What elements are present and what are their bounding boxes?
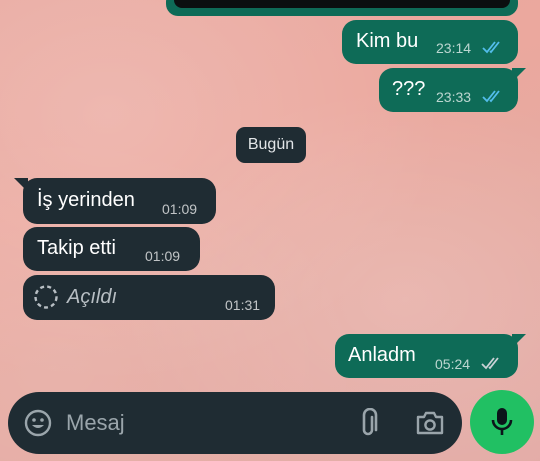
voice-record-button[interactable] (470, 390, 534, 454)
mic-icon (491, 408, 513, 435)
previous-message-media (174, 0, 510, 8)
view-once-icon (34, 285, 58, 309)
read-ticks-icon (482, 90, 500, 103)
bubble-tail (512, 68, 526, 82)
message-bubble-outgoing[interactable]: Anladm 05:24 (335, 334, 518, 378)
camera-icon[interactable] (415, 410, 445, 436)
message-time: 23:33 (436, 89, 472, 105)
message-time: 01:09 (145, 248, 181, 264)
message-text: Takip etti (37, 237, 116, 259)
message-time: 01:09 (162, 201, 198, 217)
message-bubble-outgoing[interactable]: ??? 23:33 (379, 68, 518, 112)
previous-message-bubble[interactable] (166, 0, 518, 16)
message-time: 05:24 (435, 356, 471, 372)
message-text: Kim bu (356, 30, 419, 52)
message-bubble-view-once[interactable]: Açıldı 01:31 (23, 275, 275, 320)
message-time: 01:31 (225, 297, 261, 313)
message-bubble-outgoing[interactable]: Kim bu 23:14 (342, 20, 518, 64)
delivered-ticks-icon (481, 357, 499, 370)
message-text: Anladm (348, 344, 416, 366)
message-text: Açıldı (67, 286, 118, 308)
message-composer[interactable]: Mesaj (8, 392, 462, 454)
message-text: ??? (392, 78, 426, 100)
emoji-icon[interactable] (24, 409, 52, 437)
message-bubble-incoming[interactable]: İş yerinden 01:09 (23, 178, 216, 224)
bubble-tail (512, 334, 526, 348)
message-time: 23:14 (436, 40, 472, 56)
message-bubble-incoming[interactable]: Takip etti 01:09 (23, 227, 200, 271)
message-text: İş yerinden (37, 189, 135, 211)
read-ticks-icon (482, 41, 500, 54)
message-input[interactable]: Mesaj (66, 410, 125, 436)
attach-icon[interactable] (360, 408, 380, 438)
date-divider: Bugün (236, 127, 306, 163)
